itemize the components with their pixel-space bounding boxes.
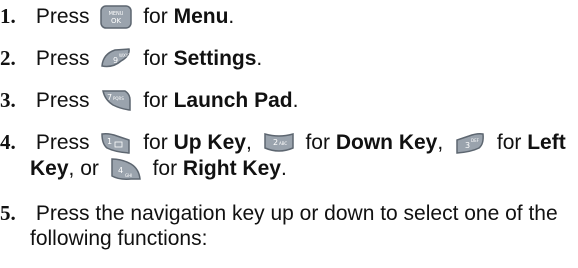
step-text: Press the navigation key up or down to s…	[35, 202, 558, 225]
step-text: for	[496, 131, 522, 154]
step-number: 3.	[0, 88, 16, 112]
punct: .	[292, 89, 299, 112]
svg-text:3: 3	[465, 141, 470, 150]
step-3: 3. Press 7 PQRS for Launch Pad.	[0, 88, 298, 114]
punct: ,	[437, 131, 444, 154]
step-5: 5. Press the navigation key up or down t…	[0, 202, 558, 225]
key-target: Key	[30, 157, 69, 180]
step-number: 4.	[0, 130, 16, 154]
step-2: 2. Press 9 WXYZ for Settings.	[0, 46, 262, 72]
nine-wxyz-key-icon: 9 WXYZ	[99, 46, 133, 72]
right-key-target: Right Key	[182, 157, 281, 180]
down-key-target: Down Key	[335, 131, 438, 154]
svg-text:WXYZ: WXYZ	[119, 53, 131, 58]
step-text: Press	[35, 5, 90, 28]
svg-text:7: 7	[107, 93, 112, 102]
punct: ,	[245, 131, 252, 154]
svg-text:4: 4	[118, 166, 123, 175]
svg-text:ABC: ABC	[279, 141, 287, 146]
step-text: for	[143, 131, 168, 154]
step-text: for	[143, 89, 168, 112]
svg-text:DEF: DEF	[471, 138, 480, 143]
left-target: Left	[527, 131, 566, 154]
step-4: 4. Press 1 for Up Key, 2 ABC for Down Key…	[0, 130, 566, 156]
four-ghi-key-icon: 4 GHI	[109, 156, 143, 182]
settings-target: Settings	[173, 47, 257, 70]
three-def-key-icon: 3 DEF	[453, 130, 487, 156]
step-text: following functions:	[30, 227, 208, 250]
step-number: 5.	[0, 201, 16, 225]
menu-target: Menu	[173, 5, 229, 28]
step-text: for	[143, 5, 168, 28]
one-key-icon: 1	[99, 130, 133, 156]
step-5-continued: following functions:	[30, 228, 207, 250]
step-1: 1. Press MENU OK for Menu.	[0, 4, 234, 30]
punct: .	[280, 157, 287, 180]
step-number: 1.	[0, 4, 16, 28]
svg-text:2: 2	[273, 138, 278, 147]
svg-text:OK: OK	[111, 17, 122, 25]
step-4-continued: Key, or 4 GHI for Right Key.	[30, 156, 287, 182]
step-text: for	[143, 47, 168, 70]
punct: .	[228, 5, 235, 28]
svg-text:9: 9	[113, 56, 118, 65]
punct: .	[256, 47, 263, 70]
step-text: Press	[35, 47, 90, 70]
two-abc-key-icon: 2 ABC	[262, 130, 296, 156]
seven-pqrs-key-icon: 7 PQRS	[99, 88, 133, 114]
menu-ok-key-icon: MENU OK	[99, 4, 133, 30]
step-number: 2.	[0, 46, 16, 70]
step-text: Press	[35, 89, 90, 112]
svg-text:GHI: GHI	[125, 173, 132, 178]
step-text: for	[152, 157, 178, 180]
punct: , or	[68, 157, 99, 180]
step-text: Press	[35, 131, 90, 154]
launch-pad-target: Launch Pad	[173, 89, 293, 112]
step-text: for	[305, 131, 330, 154]
svg-text:1: 1	[107, 137, 112, 146]
svg-text:PQRS: PQRS	[113, 96, 124, 101]
up-key-target: Up Key	[173, 131, 246, 154]
